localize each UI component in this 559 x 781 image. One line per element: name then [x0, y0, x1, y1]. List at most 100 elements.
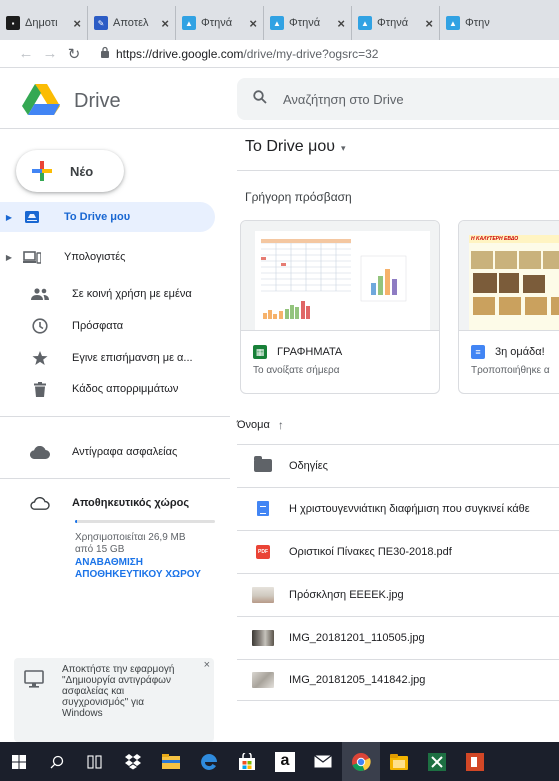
sidebar-item-label: Υπολογιστές: [64, 251, 126, 263]
sidebar-item-label: Το Drive μου: [64, 211, 131, 223]
new-button[interactable]: Νέο: [16, 150, 124, 192]
chrome-icon[interactable]: [342, 742, 380, 781]
file-row[interactable]: IMG_20181205_141842.jpg: [237, 659, 559, 701]
storage-quota-fill: [75, 520, 78, 523]
file-row[interactable]: IMG_20181201_110505.jpg: [237, 616, 559, 658]
expand-arrow-icon[interactable]: ▶: [0, 213, 18, 222]
quick-access-card-name: ≡ 3η ομάδα!: [471, 345, 545, 359]
upgrade-line: ΑΝΑΒΑΘΜΙΣΗ: [75, 557, 143, 568]
file-explorer-icon[interactable]: [152, 742, 190, 781]
file-name: IMG_20181201_110505.jpg: [289, 631, 425, 644]
upgrade-storage-link[interactable]: ΑΝΑΒΑΘΜΙΣΗ ΑΠΟΘΗΚΕΥΤΙΚΟΥ ΧΩΡΟΥ: [75, 557, 225, 581]
shared-icon: [30, 288, 50, 300]
quick-access-card[interactable]: ▦ ΓΡΑΦΗΜΑΤΑ Το ανοίξατε σήμερα: [240, 220, 440, 394]
backup-app-promo[interactable]: Αποκτήστε την εφαρμογή "Δημιουργία αντιγ…: [14, 658, 214, 742]
url-field[interactable]: https://drive.google.com/drive/my-drive?…: [116, 47, 378, 61]
file-row[interactable]: Πρόσκληση ΕΕΕΕΚ.jpg: [237, 573, 559, 615]
quick-access-title: Γρήγορη πρόσβαση: [245, 190, 352, 204]
forward-arrow-icon[interactable]: →: [38, 45, 62, 62]
folder-app-icon[interactable]: [380, 742, 418, 781]
search-box[interactable]: Αναζήτηση στο Drive: [237, 78, 559, 120]
sidebar-item-label: Αντίγραφα ασφαλείας: [72, 446, 178, 458]
edge-icon[interactable]: [190, 742, 228, 781]
school-favicon: ▪: [6, 16, 20, 30]
browser-tab[interactable]: ✎ Αποτελ ×: [88, 6, 176, 40]
tab-title: Φτην: [465, 17, 490, 29]
browser-tab[interactable]: ▲ Φτην: [440, 6, 500, 40]
sheet-thumbnail: [241, 221, 439, 331]
sidebar-item-storage[interactable]: Αποθηκευτικός χώρος: [0, 488, 215, 518]
promo-line: "Δημιουργία αντιγράφων: [62, 675, 171, 686]
sidebar-item-trash[interactable]: Κάδος απορριμμάτων: [0, 374, 215, 404]
column-title: Όνομα: [237, 419, 270, 431]
powerpoint-icon[interactable]: [456, 742, 494, 781]
url-path: /drive/my-drive?ogsrc=32: [243, 46, 379, 61]
main-divider: [237, 170, 559, 171]
my-drive-dropdown[interactable]: Το Drive μου ▾: [245, 138, 346, 156]
quick-access-card-name: ▦ ΓΡΑΦΗΜΑΤΑ: [253, 345, 342, 359]
upgrade-line: ΑΠΟΘΗΚΕΥΤΙΚΟΥ ΧΩΡΟΥ: [75, 569, 201, 580]
expand-arrow-icon[interactable]: ▶: [0, 253, 18, 262]
lock-icon: [100, 46, 112, 61]
computers-icon: [22, 250, 42, 264]
tab-title: Φτηνά: [377, 17, 409, 29]
promo-close-icon[interactable]: ×: [204, 659, 210, 671]
browser-tab[interactable]: ▲ Φτηνά ×: [176, 6, 264, 40]
quick-access-card[interactable]: Η ΚΑΛΥΤΕΡΗ ΕΒΔΟ ≡ 3η ομάδα! Τροποποιήθηκ…: [458, 220, 559, 394]
doc-thumbnail: Η ΚΑΛΥΤΕΡΗ ΕΒΔΟ: [459, 221, 559, 331]
storage-usage-text: Χρησιμοποιείται 26,9 MB από 15 GB: [75, 532, 225, 556]
tab-close-icon[interactable]: ×: [425, 16, 433, 31]
flights-favicon: ▲: [446, 16, 460, 30]
flights-favicon: ▲: [182, 16, 196, 30]
file-row[interactable]: Οδηγίες: [237, 444, 559, 486]
promo-line: Αποκτήστε την εφαρμογή: [62, 664, 175, 675]
quick-access-card-subtitle: Τροποποιήθηκε α: [471, 365, 550, 376]
header-divider: [0, 128, 559, 129]
sidebar-item-shared[interactable]: Σε κοινή χρήση με εμένα: [0, 279, 215, 309]
back-arrow-icon[interactable]: ←: [14, 45, 38, 62]
windows-taskbar: a: [0, 742, 559, 781]
store-icon[interactable]: [228, 742, 266, 781]
card-title: ΓΡΑΦΗΜΑΤΑ: [277, 346, 343, 358]
tab-close-icon[interactable]: ×: [161, 16, 169, 31]
browser-tab[interactable]: ▪ Δημοτι ×: [0, 6, 88, 40]
search-icon[interactable]: [253, 89, 267, 109]
sidebar-item-recent[interactable]: Πρόσφατα: [0, 311, 215, 341]
amazon-glyph: a: [275, 751, 295, 772]
tab-close-icon[interactable]: ×: [73, 16, 81, 31]
name-column-header[interactable]: Όνομα ↑: [237, 418, 284, 432]
image-thumbnail-icon: [251, 670, 275, 690]
promo-line: συγχρονισμός" για: [62, 697, 145, 708]
tab-close-icon[interactable]: ×: [337, 16, 345, 31]
tab-close-icon[interactable]: ×: [249, 16, 257, 31]
sort-arrow-icon[interactable]: ↑: [278, 418, 284, 432]
sidebar-item-starred[interactable]: Εγινε επισήμανση με α...: [0, 343, 215, 373]
sidebar-item-label: Πρόσφατα: [72, 320, 124, 332]
reload-icon[interactable]: ↻: [62, 45, 86, 63]
new-button-label: Νέο: [70, 163, 94, 179]
file-name: IMG_20181205_141842.jpg: [289, 674, 426, 686]
file-row[interactable]: PDF Οριστικοί Πίνακες ΠΕ30-2018.pdf: [237, 530, 559, 572]
browser-tab[interactable]: ▲ Φτηνά ×: [264, 6, 352, 40]
tab-title: Φτηνά: [289, 17, 321, 29]
plus-icon: [32, 161, 52, 181]
sidebar-item-my-drive[interactable]: ▶ Το Drive μου: [0, 202, 215, 232]
docs-file-icon: ≡: [471, 345, 485, 359]
storage-quota-bar: [75, 520, 215, 523]
drive-brand[interactable]: Drive: [22, 83, 121, 120]
file-row[interactable]: Η χριστουγεννιάτικη διαφήμιση που συγκιν…: [237, 487, 559, 529]
screen: ▪ Δημοτι × ✎ Αποτελ × ▲ Φτηνά × ▲ Φτηνά …: [0, 0, 559, 781]
mail-icon[interactable]: [304, 742, 342, 781]
task-view-icon[interactable]: [76, 742, 114, 781]
excel-icon[interactable]: [418, 742, 456, 781]
amazon-icon[interactable]: a: [266, 742, 304, 781]
storage-usage-line: Χρησιμοποιείται 26,9 MB: [75, 532, 186, 543]
search-icon[interactable]: [38, 742, 76, 781]
windows-start-icon[interactable]: [0, 742, 38, 781]
sidebar-item-computers[interactable]: ▶ Υπολογιστές: [0, 242, 215, 272]
folder-icon: [251, 456, 275, 476]
sidebar-item-backups[interactable]: Αντίγραφα ασφαλείας: [0, 437, 215, 467]
dropbox-icon[interactable]: [114, 742, 152, 781]
sidebar-divider: [0, 478, 230, 479]
browser-tab[interactable]: ▲ Φτηνά ×: [352, 6, 440, 40]
